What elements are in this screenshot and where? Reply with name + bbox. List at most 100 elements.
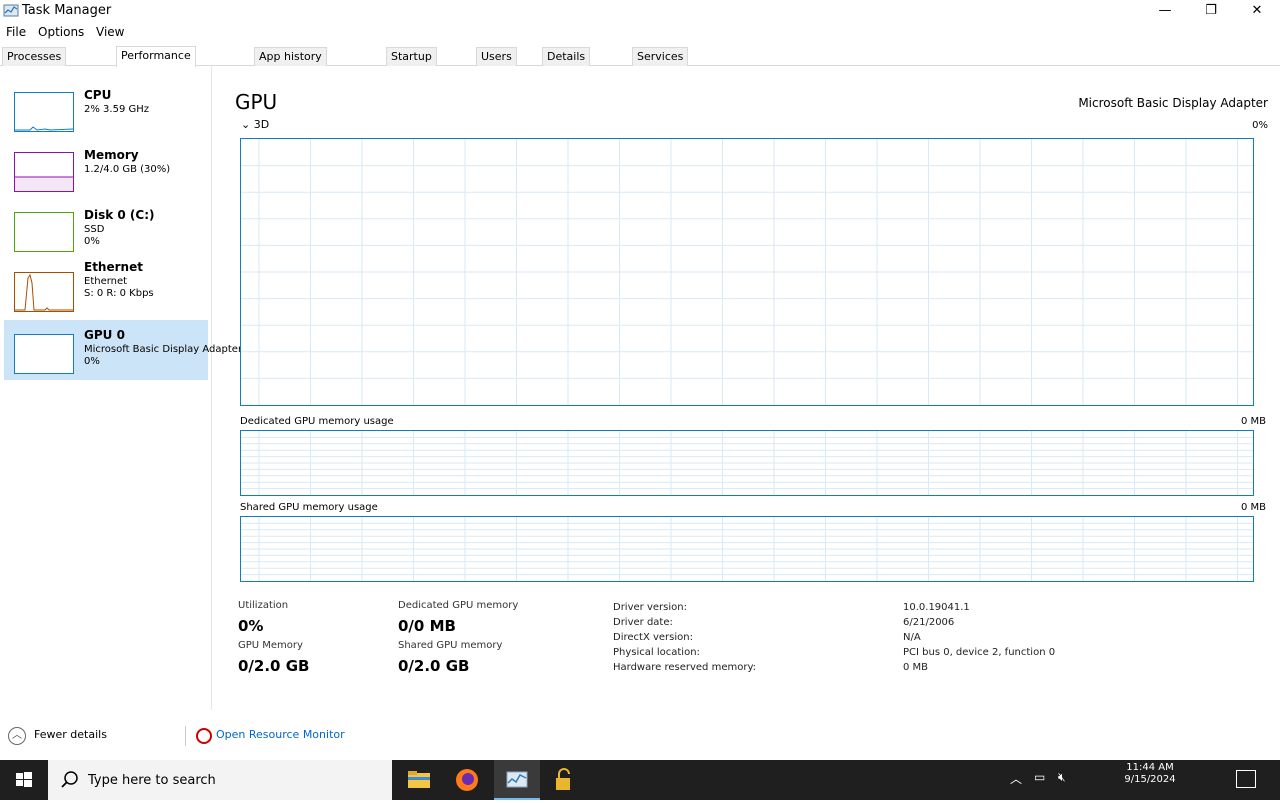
resource-item-gpu[interactable]: GPU 0 Microsoft Basic Display Adapter 0% [4, 320, 242, 380]
resource-sub: 0% [84, 356, 100, 367]
close-button[interactable]: ✕ [1234, 0, 1280, 22]
resource-title: Ethernet [84, 260, 143, 274]
taskbar: Type here to search ︿ ▭ 🔇︎ 11:44 AM 9/15… [0, 760, 1280, 800]
info-label: Driver date: [613, 617, 673, 628]
memory-thumbnail [14, 152, 74, 192]
gpu-memory-label: GPU Memory [238, 640, 303, 651]
info-value: 0 MB [903, 662, 929, 673]
ethernet-thumbnail [14, 272, 74, 312]
resource-item-memory[interactable]: Memory 1.2/4.0 GB (30%) [4, 138, 208, 198]
tab-performance[interactable]: Performance [116, 46, 196, 67]
chevron-up-icon[interactable]: ︿ [8, 727, 26, 745]
firefox-icon [456, 769, 478, 791]
windows-icon [16, 772, 32, 787]
chart-grid [241, 517, 1253, 581]
shared-value: 0/2.0 GB [398, 657, 470, 675]
gpu-3d-chart [240, 138, 1254, 406]
start-button[interactable] [0, 760, 48, 800]
lock-icon [556, 768, 570, 790]
menu-view[interactable]: View [96, 25, 124, 39]
info-value: 10.0.19041.1 [903, 602, 970, 613]
title-bar: Task Manager — ❐ ✕ [0, 0, 1280, 22]
dedicated-stat: Dedicated GPU memory 0/0 MB [398, 600, 518, 635]
resource-title: Disk 0 (C:) [84, 208, 155, 222]
resource-title: GPU 0 [84, 328, 125, 342]
dedicated-label: Dedicated GPU memory [398, 600, 519, 611]
dedicated-memory-chart [240, 430, 1254, 496]
open-resource-monitor-link[interactable]: Open Resource Monitor [216, 728, 345, 741]
shared-chart-label: Shared GPU memory usage [240, 502, 378, 513]
clock[interactable]: 11:44 AM 9/15/2024 [1080, 762, 1220, 786]
resource-item-disk[interactable]: Disk 0 (C:) SSD 0% [4, 198, 208, 258]
minimize-button[interactable]: — [1142, 0, 1188, 22]
footer: ︿ Fewer details Open Resource Monitor [0, 720, 1280, 752]
dedicated-value: 0/0 MB [398, 617, 456, 635]
clock-time: 11:44 AM [1126, 762, 1174, 773]
resource-sub: Ethernet [84, 276, 128, 287]
engine-label: 3D [253, 118, 270, 131]
resource-sub: SSD [84, 224, 105, 235]
tab-app-history[interactable]: App history [254, 47, 327, 66]
fewer-details-link[interactable]: Fewer details [34, 728, 107, 741]
resource-item-ethernet[interactable]: Ethernet Ethernet S: 0 R: 0 Kbps [4, 258, 208, 318]
info-label: Hardware reserved memory: [613, 662, 756, 673]
network-icon[interactable]: ▭ [1034, 770, 1045, 784]
chart-grid [241, 139, 1253, 405]
cpu-sparkline [15, 126, 74, 131]
tab-users[interactable]: Users [476, 47, 517, 66]
gpu-info-labels: Driver version: Driver date: DirectX ver… [613, 600, 756, 675]
info-label: Driver version: [613, 602, 687, 613]
folder-icon [408, 771, 430, 788]
clock-date: 9/15/2024 [1124, 774, 1176, 785]
task-manager-icon [3, 4, 19, 17]
info-label: Physical location: [613, 647, 700, 658]
performance-detail: GPU Microsoft Basic Display Adapter ⌄ 3D… [213, 66, 1280, 710]
resource-item-cpu[interactable]: CPU 2% 3.59 GHz [4, 78, 208, 138]
disk-thumbnail [14, 212, 74, 252]
shared-chart-value: 0 MB [1240, 502, 1266, 513]
engine-selector[interactable]: ⌄ 3D [241, 118, 269, 131]
gpu-memory-stat: GPU Memory 0/2.0 GB [238, 640, 309, 675]
resource-title: CPU [84, 88, 112, 102]
dedicated-chart-value: 0 MB [1240, 416, 1266, 427]
menu-options[interactable]: Options [38, 25, 84, 39]
resource-list: CPU 2% 3.59 GHz Memory 1.2/4.0 GB (30%) … [0, 66, 242, 710]
tab-services[interactable]: Services [632, 47, 689, 66]
shared-stat: Shared GPU memory 0/2.0 GB [398, 640, 502, 675]
info-value: PCI bus 0, device 2, function 0 [903, 647, 1056, 658]
maximize-button[interactable]: ❐ [1188, 0, 1234, 22]
shared-memory-chart [240, 516, 1254, 582]
menu-file[interactable]: File [6, 25, 26, 39]
tab-startup[interactable]: Startup [386, 47, 437, 66]
search-icon [61, 771, 78, 788]
tab-bar: Processes Performance App history Startu… [0, 46, 1280, 67]
notification-icon[interactable] [1236, 770, 1256, 788]
chevron-down-icon: ⌄ [241, 118, 251, 131]
gpu-info-values: 10.0.19041.1 6/21/2006 N/A PCI bus 0, de… [903, 600, 1055, 675]
gpu-thumbnail [14, 334, 74, 374]
chevron-up-icon[interactable]: ︿ [1010, 770, 1022, 787]
firefox-taskbar[interactable] [444, 760, 490, 800]
dedicated-chart-label: Dedicated GPU memory usage [240, 416, 394, 427]
resource-sub: S: 0 R: 0 Kbps [84, 288, 154, 299]
tab-details[interactable]: Details [542, 47, 591, 66]
volume-muted-icon[interactable]: 🔇︎ [1058, 770, 1066, 785]
window-title: Task Manager [22, 3, 112, 18]
resource-sub: 1.2/4.0 GB (30%) [84, 164, 171, 175]
search-box[interactable]: Type here to search [48, 760, 392, 800]
cpu-thumbnail [14, 92, 74, 132]
info-value: N/A [903, 632, 921, 643]
gpu-memory-value: 0/2.0 GB [238, 657, 310, 675]
utilization-label: Utilization [238, 600, 289, 611]
device-name: Microsoft Basic Display Adapter [1078, 96, 1268, 110]
chart-grid [241, 431, 1253, 495]
utilization-stat: Utilization 0% [238, 600, 288, 635]
lock-app-taskbar[interactable] [542, 760, 588, 800]
tab-processes[interactable]: Processes [2, 47, 67, 66]
file-explorer-taskbar[interactable] [396, 760, 442, 800]
search-placeholder: Type here to search [88, 773, 216, 788]
task-manager-taskbar[interactable] [494, 760, 540, 800]
divider [185, 726, 186, 746]
ethernet-sparkline [15, 273, 73, 311]
resource-sub: 0% [84, 236, 100, 247]
